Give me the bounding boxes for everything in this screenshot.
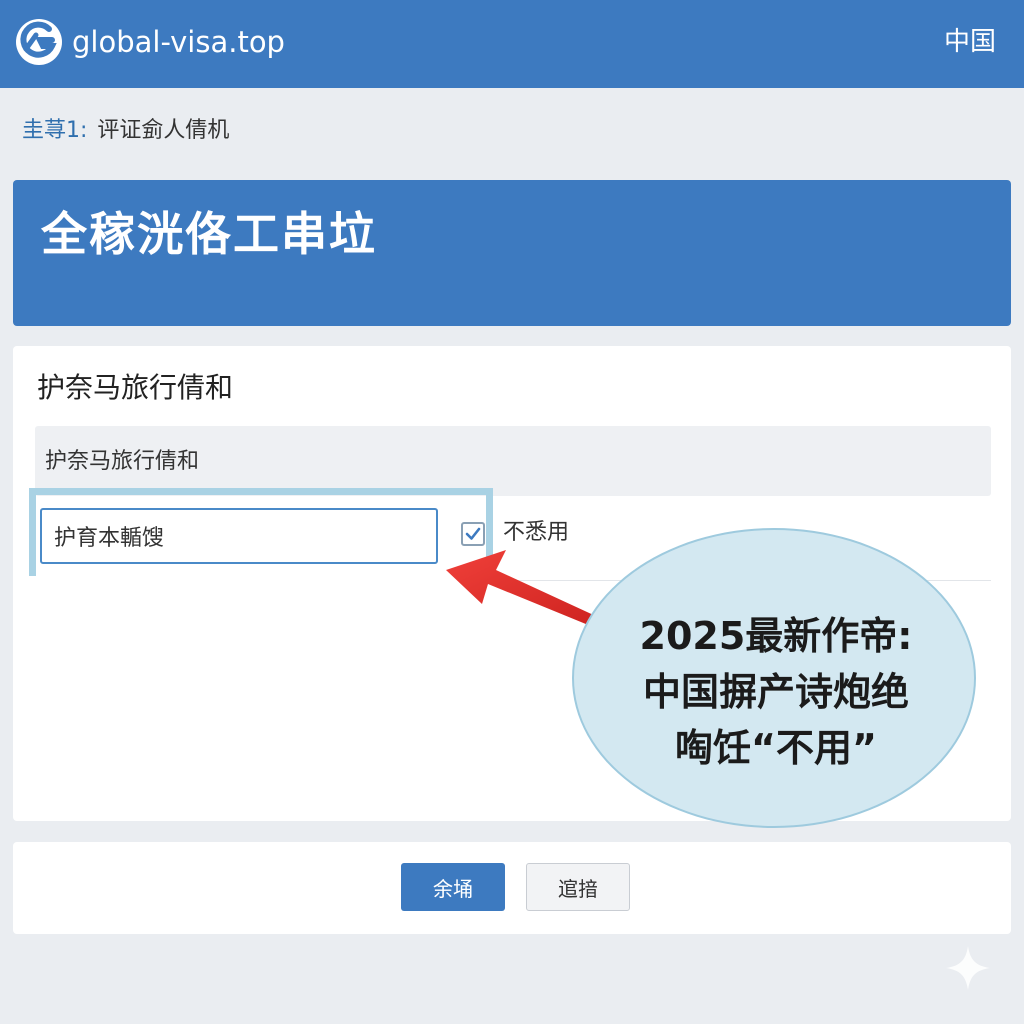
subheader-label: 护奈马旅行倩和 <box>45 449 200 474</box>
page-banner: 全稼洸佫工串垃 <box>13 180 1011 326</box>
top-navigation-bar: global-visa.top 中国 <box>0 0 1024 88</box>
warning-callout-bubble: 2025最新作帝: 中国摒产诗炮绝 啕饪“不用” <box>572 528 976 828</box>
breadcrumb: 圭荨1: 评证侴人倩机 <box>22 114 229 148</box>
section-title: 护奈马旅行倩和 <box>37 371 234 404</box>
page-title: 全稼洸佫工串垃 <box>41 207 377 261</box>
site-logo-icon[interactable] <box>16 19 62 65</box>
language-selector[interactable]: 中国 <box>944 22 996 62</box>
checkbox-label[interactable]: 不悉用 <box>503 516 569 550</box>
section-subheader: 护奈马旅行倩和 <box>35 426 991 496</box>
submit-button[interactable]: 余埇 <box>401 863 505 911</box>
callout-line-1: 2025最新作帝: <box>639 614 913 658</box>
not-applicable-checkbox[interactable] <box>461 522 485 546</box>
back-button[interactable]: 逭揞 <box>526 863 630 911</box>
checkmark-icon <box>465 527 481 540</box>
sparkle-icon <box>946 946 990 990</box>
callout-line-3: 啕饪“不用” <box>675 726 877 770</box>
callout-line-2: 中国摒产诗炮绝 <box>642 670 909 714</box>
action-bar: 余埇 逭揞 <box>13 842 1011 934</box>
passport-number-input[interactable] <box>40 508 438 564</box>
breadcrumb-text: 评证侴人倩机 <box>97 118 230 143</box>
breadcrumb-step: 圭荨1: <box>22 118 88 143</box>
site-name[interactable]: global-visa.top <box>72 22 285 62</box>
